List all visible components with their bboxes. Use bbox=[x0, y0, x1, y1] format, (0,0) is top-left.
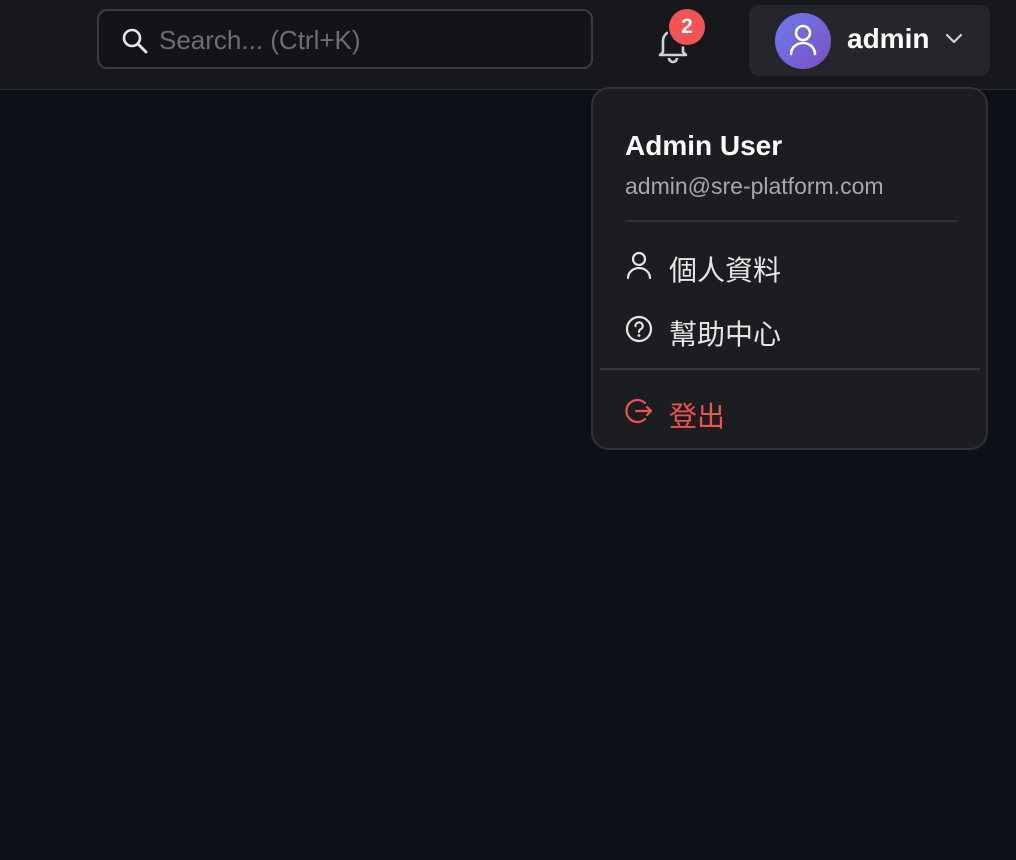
menu-item-logout[interactable]: 登出 bbox=[625, 389, 955, 433]
search-input[interactable] bbox=[157, 11, 581, 69]
chevron-down-icon bbox=[945, 33, 963, 44]
help-circle-icon bbox=[625, 315, 653, 343]
user-dropdown-menu: Admin User admin@sre-platform.com 個人資料 幫… bbox=[591, 87, 988, 450]
search-box[interactable] bbox=[97, 9, 593, 69]
menu-item-label: 幫助中心 bbox=[669, 319, 782, 350]
user-name: admin bbox=[847, 23, 930, 54]
user-icon bbox=[789, 24, 817, 56]
menu-item-label: 登出 bbox=[669, 401, 726, 432]
menu-user-full-name: Admin User bbox=[625, 130, 783, 161]
divider bbox=[600, 368, 980, 370]
divider bbox=[625, 220, 957, 222]
menu-user-email: admin@sre-platform.com bbox=[625, 173, 884, 199]
menu-item-help-center[interactable]: 幫助中心 bbox=[625, 307, 955, 351]
search-icon bbox=[122, 28, 148, 54]
user-icon bbox=[626, 251, 652, 279]
user-menu-button[interactable]: admin bbox=[749, 5, 990, 76]
menu-item-profile[interactable]: 個人資料 bbox=[625, 243, 955, 287]
logout-icon bbox=[625, 398, 653, 424]
avatar bbox=[775, 13, 831, 69]
notification-badge: 2 bbox=[669, 9, 705, 45]
top-bar: 2 admin bbox=[0, 0, 1016, 90]
menu-item-label: 個人資料 bbox=[669, 255, 782, 286]
